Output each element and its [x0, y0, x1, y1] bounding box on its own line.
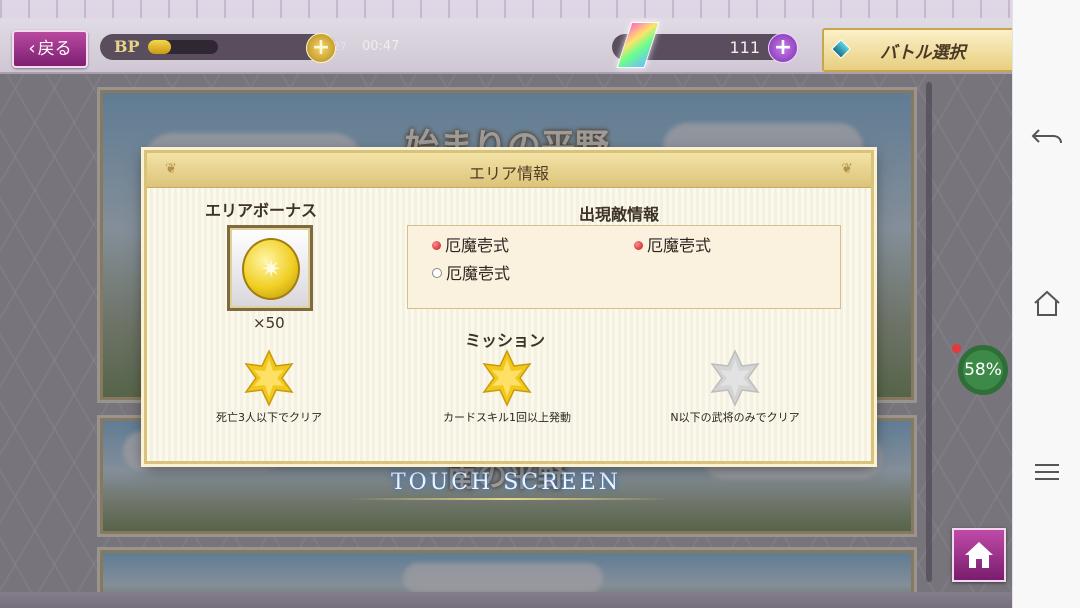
top-bar: ‹戻る BP 9/27 00:47 + 111 + バトル選択	[0, 0, 1012, 74]
performance-badge[interactable]: 58%	[958, 345, 1008, 395]
list-item: 厄魔壱式	[432, 260, 510, 284]
dialog-title: エリア情報	[468, 164, 549, 183]
gem-plus-button[interactable]: +	[768, 33, 798, 63]
touch-screen-prompt: TOUCH SCREEN	[390, 470, 622, 495]
bp-meter: BP 9/27 00:47	[100, 34, 399, 60]
bp-label: BP	[114, 37, 140, 56]
star-icon	[482, 349, 532, 407]
divider	[350, 498, 670, 500]
nav-home-button[interactable]	[1027, 284, 1067, 324]
mission-desc: 死亡3人以下でクリア	[216, 411, 322, 424]
area-info-dialog[interactable]: ❦ エリア情報 ❦ エリアボーナス ✷ ×50 出現敵情報 厄魔壱式 厄魔壱式 …	[144, 150, 874, 464]
back-arrow-icon	[1031, 129, 1062, 144]
status-dot-icon	[432, 268, 442, 278]
record-indicator	[952, 344, 961, 353]
list-item: 厄魔壱式	[634, 232, 711, 256]
nav-menu-button[interactable]	[1027, 452, 1067, 492]
enemy-info-label: 出現敵情報	[579, 205, 660, 224]
battle-select-button[interactable]: バトル選択	[822, 28, 1012, 72]
mission-desc: N以下の武将のみでクリア	[670, 411, 800, 424]
gem-count: 111	[729, 38, 760, 57]
mission-item: N以下の武将のみでクリア	[635, 349, 835, 425]
bonus-item[interactable]: ✷	[227, 225, 313, 311]
mission-item: カードスキル1回以上発動	[407, 349, 607, 425]
mission-desc: カードスキル1回以上発動	[443, 411, 571, 424]
back-button[interactable]: ‹ 戻る	[12, 30, 88, 68]
coin-icon: ✷	[242, 238, 300, 300]
area-bonus-label: エリアボーナス	[205, 201, 318, 220]
nav-back-button[interactable]	[1027, 116, 1067, 156]
diamond-icon	[831, 39, 851, 59]
bp-track	[148, 40, 218, 54]
battle-select-label: バトル選択	[880, 43, 966, 63]
home-icon	[965, 542, 993, 568]
game-screen: 始まりの平野 南の平野 TOUCH SCREEN ‹ 戻る BP 00:47 +…	[0, 0, 1012, 608]
bp-plus-button[interactable]: +	[306, 33, 336, 63]
home-outline-icon	[1034, 290, 1060, 316]
mission-item: 死亡3人以下でクリア	[169, 349, 369, 425]
star-icon	[710, 349, 760, 407]
back-label: 戻る	[37, 39, 72, 59]
android-nav-bar	[1012, 0, 1080, 608]
chevron-left-icon: ‹	[28, 38, 36, 59]
bp-fill	[148, 40, 172, 54]
list-item: 厄魔壱式	[432, 232, 509, 256]
home-button[interactable]	[952, 528, 1006, 582]
fleur-icon: ❦	[841, 161, 853, 177]
star-icon	[244, 349, 294, 407]
status-dot-icon	[432, 241, 441, 250]
enemy-list: 厄魔壱式 厄魔壱式 厄魔壱式	[407, 225, 841, 309]
bonus-multiplier: ×50	[253, 314, 285, 332]
mission-label: ミッション	[465, 331, 546, 350]
enemy-name: 厄魔壱式	[647, 236, 712, 255]
status-dot-icon	[634, 241, 643, 250]
menu-icon	[1035, 464, 1059, 480]
enemy-name: 厄魔壱式	[445, 236, 510, 255]
bp-timer: 00:47	[362, 39, 400, 54]
dialog-header: ❦ エリア情報 ❦	[147, 153, 871, 188]
enemy-name: 厄魔壱式	[446, 264, 511, 283]
